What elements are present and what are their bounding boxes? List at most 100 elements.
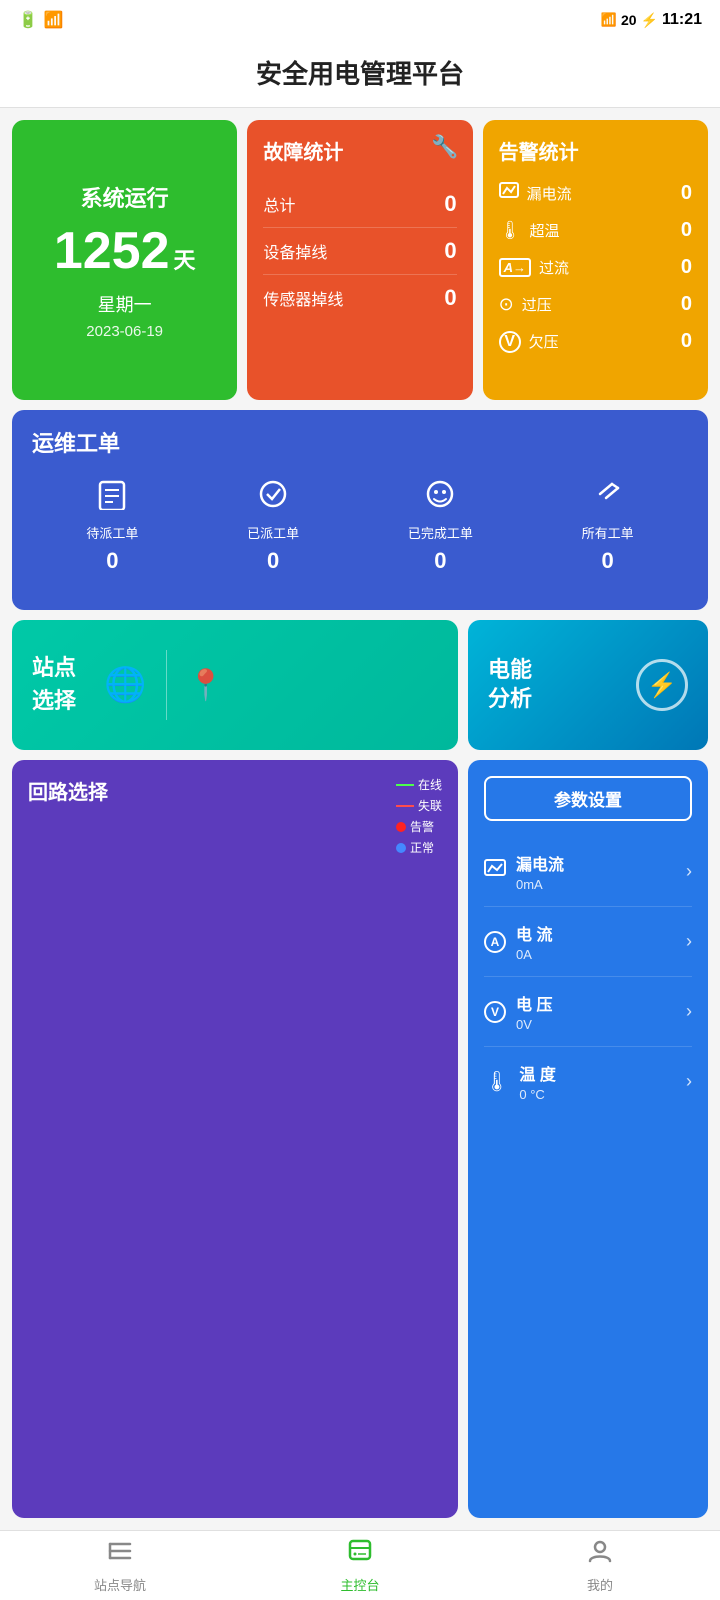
legend-offline: 失联 bbox=[396, 797, 442, 814]
dispatched-icon bbox=[257, 478, 289, 517]
params-settings-button[interactable]: 参数设置 bbox=[484, 776, 692, 821]
fault-row-sensor: 传感器掉线 0 bbox=[263, 275, 456, 321]
warn-dot-icon bbox=[396, 822, 406, 832]
page-title: 安全用电管理平台 bbox=[256, 59, 464, 89]
fault-label-total: 总计 bbox=[263, 192, 295, 216]
work-val-dispatched: 0 bbox=[267, 548, 279, 574]
alert-val-overcurrent: 0 bbox=[681, 256, 692, 279]
param-arrow-voltage: › bbox=[686, 1001, 692, 1022]
energy-label-line2: 分析 bbox=[488, 685, 532, 714]
done-icon bbox=[424, 478, 456, 517]
pending-icon bbox=[96, 478, 128, 517]
globe-icon: 🌐 bbox=[104, 665, 146, 705]
system-unit: 天 bbox=[174, 243, 196, 275]
alert-val-overvoltage: 0 bbox=[681, 293, 692, 316]
work-card[interactable]: 运维工单 待派工单 0 bbox=[12, 410, 708, 610]
circuit-header: 回路选择 在线 失联 告警 bbox=[28, 776, 442, 856]
work-item-pending[interactable]: 待派工单 0 bbox=[86, 478, 138, 574]
charging-icon: ⚡ bbox=[641, 12, 658, 29]
row4: 回路选择 在线 失联 告警 bbox=[12, 760, 708, 1518]
row3: 站点 选择 🌐 📍 电能 分析 ⚡ bbox=[12, 620, 708, 750]
work-item-all[interactable]: 所有工单 0 bbox=[582, 478, 634, 574]
status-right: 📶 20 ⚡ 11:21 bbox=[601, 11, 702, 29]
param-val-leakage: 0mA bbox=[516, 877, 686, 892]
battery-icon: 🔋 bbox=[18, 10, 38, 30]
work-item-done[interactable]: 已完成工单 0 bbox=[408, 478, 473, 574]
fault-val-total: 0 bbox=[444, 191, 456, 217]
energy-card[interactable]: 电能 分析 ⚡ bbox=[468, 620, 708, 750]
nav-item-dashboard[interactable]: 主控台 bbox=[240, 1531, 480, 1600]
station-divider bbox=[166, 650, 167, 720]
alert-row-overcurrent: A→ 过流 0 bbox=[499, 249, 692, 286]
normal-label: 正常 bbox=[410, 839, 434, 856]
param-current-icon: A bbox=[484, 931, 506, 953]
work-label-all: 所有工单 bbox=[582, 523, 634, 542]
legend-online: 在线 bbox=[396, 776, 442, 793]
fault-label-device: 设备掉线 bbox=[263, 239, 327, 263]
voltage-icon: ⊙ bbox=[499, 294, 514, 315]
energy-icon: ⚡ bbox=[636, 659, 688, 711]
work-item-dispatched[interactable]: 已派工单 0 bbox=[247, 478, 299, 574]
system-weekday: 星期一 bbox=[98, 291, 152, 317]
param-arrow-leakage: › bbox=[686, 861, 692, 882]
energy-label-line1: 电能 bbox=[488, 656, 532, 685]
row1: 系统运行 1252 天 星期一 2023-06-19 故障统计 🔧 总计 0 设… bbox=[12, 120, 708, 400]
param-voltage[interactable]: V 电 压 0V › bbox=[484, 977, 692, 1047]
param-leakage[interactable]: 漏电流 0mA › bbox=[484, 837, 692, 907]
page-header: 安全用电管理平台 bbox=[0, 40, 720, 108]
work-label-pending: 待派工单 bbox=[86, 523, 138, 542]
status-bar: 🔋 📶 📶 20 ⚡ 11:21 bbox=[0, 0, 720, 40]
alert-val-temp: 0 bbox=[681, 219, 692, 242]
station-label-line2: 选择 bbox=[32, 687, 76, 716]
alert-title: 告警统计 bbox=[499, 136, 692, 165]
undervoltage-icon: V bbox=[499, 331, 521, 353]
nav-item-mine[interactable]: 我的 bbox=[480, 1531, 720, 1600]
param-name-voltage: 电 压 bbox=[516, 991, 686, 1015]
offline-label: 失联 bbox=[418, 797, 442, 814]
fault-card: 故障统计 🔧 总计 0 设备掉线 0 传感器掉线 0 bbox=[247, 120, 472, 400]
pin-icon: 📍 bbox=[187, 668, 224, 703]
param-temp-icon: 🌡 bbox=[484, 1069, 509, 1094]
bottom-nav: 站点导航 主控台 我的 bbox=[0, 1530, 720, 1600]
leakage-icon bbox=[499, 182, 519, 205]
circuit-card[interactable]: 回路选择 在线 失联 告警 bbox=[12, 760, 458, 1518]
system-card: 系统运行 1252 天 星期一 2023-06-19 bbox=[12, 120, 237, 400]
alert-val-leakage: 0 bbox=[681, 182, 692, 205]
legend-warn: 告警 bbox=[396, 818, 442, 835]
param-leakage-icon bbox=[484, 859, 506, 885]
alert-card: 告警统计 漏电流 0 🌡 超温 bbox=[483, 120, 708, 400]
offline-line-icon bbox=[396, 805, 414, 807]
param-voltage-icon: V bbox=[484, 1001, 506, 1023]
temp-icon: 🌡 bbox=[499, 220, 522, 241]
alert-row-overvoltage: ⊙ 过压 0 bbox=[499, 286, 692, 323]
param-name-leakage: 漏电流 bbox=[516, 851, 686, 875]
status-left: 🔋 📶 bbox=[18, 10, 64, 30]
energy-text: 电能 分析 bbox=[488, 656, 532, 713]
signal-icon: 📶 bbox=[601, 12, 617, 28]
circuit-area bbox=[28, 866, 442, 1206]
system-date: 2023-06-19 bbox=[86, 323, 163, 340]
work-val-all: 0 bbox=[601, 548, 613, 574]
station-card[interactable]: 站点 选择 🌐 📍 bbox=[12, 620, 458, 750]
param-name-current: 电 流 bbox=[516, 921, 686, 945]
time-display: 11:21 bbox=[662, 11, 702, 29]
fault-row-device: 设备掉线 0 bbox=[263, 228, 456, 275]
param-temp[interactable]: 🌡 温 度 0 °C › bbox=[484, 1047, 692, 1116]
nav-icon-mine bbox=[587, 1538, 613, 1571]
alert-label-overcurrent: 过流 bbox=[539, 257, 569, 278]
main-content: 系统运行 1252 天 星期一 2023-06-19 故障统计 🔧 总计 0 设… bbox=[0, 108, 720, 1530]
alert-val-undervoltage: 0 bbox=[681, 330, 692, 353]
nav-item-stations[interactable]: 站点导航 bbox=[0, 1531, 240, 1600]
params-card: 参数设置 漏电流 0mA › A 电 流 bbox=[468, 760, 708, 1518]
param-arrow-current: › bbox=[686, 931, 692, 952]
legend-normal: 正常 bbox=[396, 839, 442, 856]
system-label: 系统运行 bbox=[81, 181, 169, 213]
work-items: 待派工单 0 已派工单 0 bbox=[32, 478, 688, 574]
nav-label-mine: 我的 bbox=[587, 1575, 613, 1594]
nav-label-dashboard: 主控台 bbox=[340, 1575, 379, 1594]
work-title: 运维工单 bbox=[32, 426, 688, 458]
param-val-voltage: 0V bbox=[516, 1017, 686, 1032]
param-current[interactable]: A 电 流 0A › bbox=[484, 907, 692, 977]
row2: 运维工单 待派工单 0 bbox=[12, 410, 708, 610]
wifi-icon: 📶 bbox=[44, 10, 64, 30]
